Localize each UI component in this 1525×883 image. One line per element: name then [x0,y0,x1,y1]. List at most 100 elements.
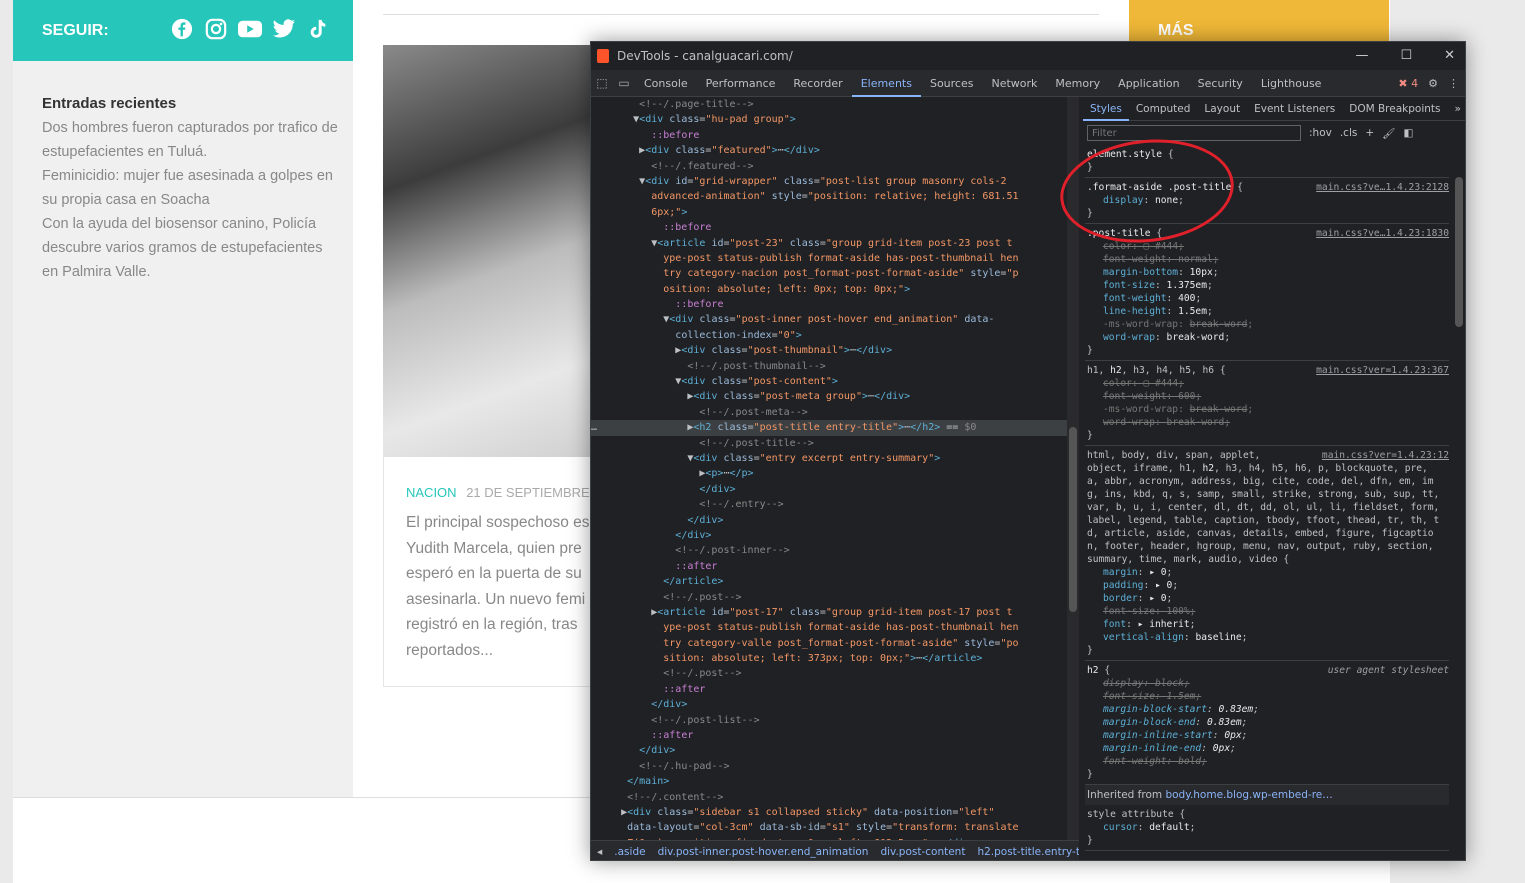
tab-sources[interactable]: Sources [921,70,983,97]
tiktok-icon[interactable] [306,17,330,41]
tab-elements[interactable]: Elements [851,70,921,97]
dom-line[interactable]: try category-nacion post_format-post-for… [591,266,1067,281]
dom-line[interactable]: <!--/.hu-pad--> [591,759,1067,774]
post-thumbnail[interactable] [383,45,593,457]
dom-line[interactable]: <!--/.featured--> [591,159,1067,174]
error-count-badge[interactable]: ✖ 4 [1398,77,1418,90]
dom-line[interactable]: <!--/.post-inner--> [591,543,1067,558]
breadcrumb-item[interactable]: .aside [614,846,645,858]
dom-line[interactable]: <!--/.post-thumbnail--> [591,359,1067,374]
dom-line[interactable]: ▼<div class="post-inner post-hover end_a… [591,312,1067,327]
dom-line[interactable]: <!--/.page-title--> [591,97,1067,112]
dom-line[interactable]: <!--/.post--> [591,666,1067,681]
dom-line[interactable]: ::before [591,128,1067,143]
dom-line[interactable]: </article> [591,574,1067,589]
style-rule[interactable]: html, body, div, span, applet, main.css?v… [1085,446,1449,661]
dom-line[interactable]: ▶<div class="post-meta group">⋯</div> [591,389,1067,404]
dom-line[interactable]: <!--/.post--> [591,590,1067,605]
twitter-icon[interactable] [272,17,296,41]
dom-line[interactable]: ::after [591,728,1067,743]
tab-event-listeners[interactable]: Event Listeners [1247,97,1342,121]
dom-line[interactable]: ▼<div id="grid-wrapper" class="post-list… [591,174,1067,189]
dom-line[interactable]: </div> [591,482,1067,497]
dom-line[interactable]: <!--/.content--> [591,790,1067,805]
dom-line[interactable]: <!--/.entry--> [591,497,1067,512]
tab-console[interactable]: Console [635,70,697,97]
close-icon[interactable]: ✕ [1444,48,1455,63]
scrollbar-thumb[interactable] [1069,427,1077,612]
dom-line[interactable]: ::before [591,297,1067,312]
style-rule[interactable]: style attribute { cursor: default; } [1085,805,1449,851]
style-rule[interactable]: h1, h2, h3, h4, h5, h6 {main.css?ver=1.4… [1085,361,1449,446]
dom-line[interactable]: ype-post status-publish format-aside has… [591,251,1067,266]
tab-memory[interactable]: Memory [1046,70,1109,97]
style-rule[interactable]: h2 {user agent stylesheet display: block… [1085,661,1449,785]
dom-line[interactable]: ▶<div class="sidebar s1 collapsed sticky… [591,805,1067,820]
recent-post-link[interactable]: Dos hombres fueron capturados por trafic… [42,116,342,164]
dom-line[interactable]: </main> [591,774,1067,789]
dom-line[interactable]: <!--/.post-meta--> [591,405,1067,420]
youtube-icon[interactable] [238,17,262,41]
inherited-link[interactable]: body.home.blog.wp-embed-re… [1165,789,1332,801]
hov-toggle[interactable]: :hov [1309,127,1332,139]
tab-layout[interactable]: Layout [1197,97,1247,121]
tab-security[interactable]: Security [1189,70,1252,97]
tab-application[interactable]: Application [1109,70,1188,97]
cls-toggle[interactable]: .cls [1340,127,1358,139]
more-tabs-icon[interactable]: » [1448,97,1466,121]
dom-line[interactable]: ▼<div class="entry excerpt entry-summary… [591,451,1067,466]
device-toolbar-icon[interactable]: ▭ [613,70,635,97]
dom-line[interactable]: try category-valle post_format-post-form… [591,636,1067,651]
dom-line[interactable]: </div> [591,743,1067,758]
styles-scrollbar[interactable] [1455,177,1463,327]
dom-line[interactable]: ype-post status-publish format-aside has… [591,620,1067,635]
dom-line[interactable]: advanced-animation" style="position: rel… [591,189,1067,204]
dom-line[interactable]: ::after [591,682,1067,697]
tab-network[interactable]: Network [982,70,1046,97]
breadcrumb-item[interactable]: h2.post-title.entry-title [977,846,1079,858]
dom-line[interactable]: ▶<article id="post-17" class="group grid… [591,605,1067,620]
breadcrumb-left-arrow-icon[interactable]: ◂ [597,846,602,858]
dom-line[interactable]: </div> [591,528,1067,543]
dom-line[interactable]: 6px;"> [591,205,1067,220]
dom-line[interactable]: data-layout="col-3cm" data-sb-id="s1" st… [591,820,1067,835]
post-category-link[interactable]: NACION [406,485,457,500]
tab-dom-breakpoints[interactable]: DOM Breakpoints [1342,97,1447,121]
dom-line[interactable]: sition: absolute; left: 373px; top: 0px;… [591,651,1067,666]
paint-brush-icon[interactable]: 🖌 [1382,127,1395,140]
breadcrumb-item[interactable]: div.post-content [880,846,965,858]
dom-line[interactable]: </div> [591,697,1067,712]
breadcrumb-item[interactable]: div.post-inner.post-hover.end_animation [658,846,869,858]
sidebar-toggle-icon[interactable]: ◧ [1404,127,1414,139]
dom-line-selected[interactable]: … ▶<h2 class="post-title entry-title">⋯<… [591,420,1067,436]
inspect-element-icon[interactable]: ⬚ [591,70,613,97]
dom-line[interactable]: ::after [591,559,1067,574]
tab-computed[interactable]: Computed [1129,97,1198,121]
dom-line[interactable]: ▼<article id="post-23" class="group grid… [591,236,1067,251]
maximize-icon[interactable]: ☐ [1400,48,1412,63]
dom-line[interactable]: ▶<p>⋯</p> [591,466,1067,481]
dom-line[interactable]: ▼<div class="post-content"> [591,374,1067,389]
style-rule[interactable]: .post-title {main.css?ve…1.4.23:1830 col… [1085,224,1449,361]
dom-line[interactable]: osition: absolute; left: 0px; top: 0px;"… [591,282,1067,297]
tab-performance[interactable]: Performance [697,70,785,97]
tab-recorder[interactable]: Recorder [784,70,851,97]
gear-icon[interactable]: ⚙ [1428,77,1438,90]
dom-line[interactable]: collection-index="0"> [591,328,1067,343]
recent-post-link[interactable]: Feminicidio: mujer fue asesinada a golpe… [42,164,342,212]
dom-line[interactable]: ▶<div class="featured">⋯</div> [591,143,1067,158]
facebook-icon[interactable] [170,17,194,41]
elements-tree[interactable]: <!--/.page-title--> ▼<div class="hu-pad … [591,97,1067,840]
dom-line[interactable]: <!--/.post-list--> [591,713,1067,728]
tab-styles[interactable]: Styles [1083,97,1129,121]
dom-line[interactable]: ▼<div class="hu-pad group"> [591,112,1067,127]
more-options-icon[interactable]: ⋮ [1448,77,1459,90]
add-rule-icon[interactable]: + [1365,127,1374,139]
recent-post-link[interactable]: Con la ayuda del biosensor canino, Polic… [42,212,342,284]
dom-line[interactable]: </div> [591,513,1067,528]
styles-filter-input[interactable] [1087,125,1301,141]
tab-lighthouse[interactable]: Lighthouse [1252,70,1331,97]
instagram-icon[interactable] [204,17,228,41]
minimize-icon[interactable]: — [1355,48,1368,63]
dom-line[interactable]: ▶<div class="post-thumbnail">⋯</div> [591,343,1067,358]
